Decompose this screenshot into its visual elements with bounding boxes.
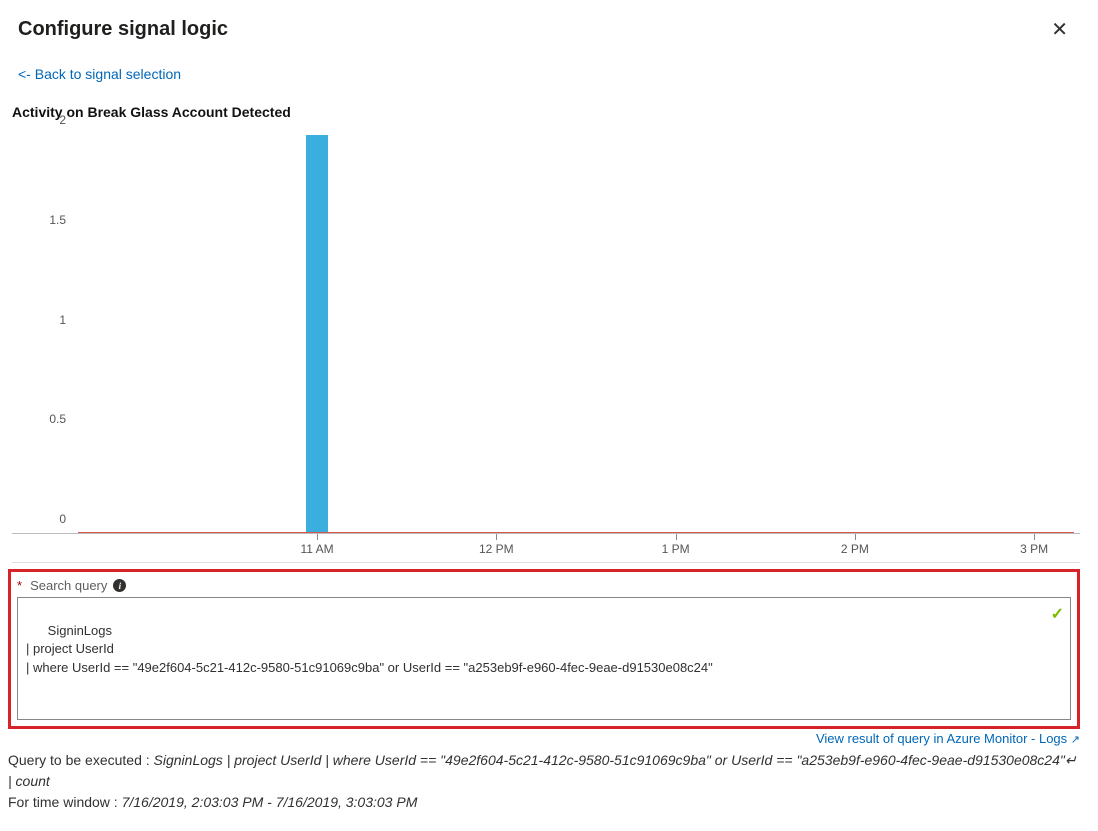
panel-title: Configure signal logic [18,18,228,41]
view-result-link-wrap: View result of query in Azure Monitor - … [8,729,1080,746]
x-tick-line [496,534,497,540]
signal-chart: Activity on Break Glass Account Detected… [12,104,1080,563]
x-tick-label: 3 PM [1020,542,1048,556]
x-tick-label: 12 PM [479,542,514,556]
panel-header: Configure signal logic ✕ [8,8,1080,60]
x-tick-line [855,534,856,540]
info-icon[interactable]: i [113,579,126,592]
query-execution-info: Query to be executed : SigninLogs | proj… [8,746,1080,813]
chart-bar [306,135,328,532]
chart-title: Activity on Break Glass Account Detected [12,104,1080,132]
view-result-link-text: View result of query in Azure Monitor - … [816,731,1067,746]
y-tick-label: 1 [46,313,66,327]
exec-label: Query to be executed : [8,752,154,768]
time-window-value: 7/16/2019, 2:03:03 PM - 7/16/2019, 3:03:… [122,794,418,810]
search-query-label-text: Search query [30,578,107,593]
x-tick-label: 11 AM [300,542,333,556]
chart-baseline [78,532,1074,533]
close-button[interactable]: ✕ [1045,18,1074,42]
y-tick-label: 0 [46,512,66,526]
search-query-label: * Search query i [17,578,1071,597]
exec-query: SigninLogs | project UserId | where User… [8,752,1077,789]
x-tick-label: 1 PM [662,542,690,556]
view-result-link[interactable]: View result of query in Azure Monitor - … [816,731,1080,746]
y-tick-label: 2 [46,113,66,127]
chart-plot-area: 00.511.52 [12,134,1080,534]
y-tick-label: 1.5 [46,213,66,227]
required-indicator: * [17,578,22,593]
x-tick-line [676,534,677,540]
x-tick-label: 2 PM [841,542,869,556]
chart-x-axis: 11 AM 12 PM 1 PM 2 PM 3 PM [78,534,1074,562]
search-query-section: * Search query i SigninLogs | project Us… [8,569,1080,729]
back-to-signal-selection-link[interactable]: <- Back to signal selection [8,60,1080,104]
search-query-text: SigninLogs | project UserId | where User… [26,623,713,674]
search-query-input[interactable]: SigninLogs | project UserId | where User… [17,597,1071,720]
x-tick-line [317,534,318,540]
time-window-label: For time window : [8,794,122,810]
external-link-icon: ↗ [1071,734,1080,746]
y-tick-label: 0.5 [46,412,66,426]
x-tick-line [1034,534,1035,540]
check-icon: ✓ [1051,604,1064,626]
